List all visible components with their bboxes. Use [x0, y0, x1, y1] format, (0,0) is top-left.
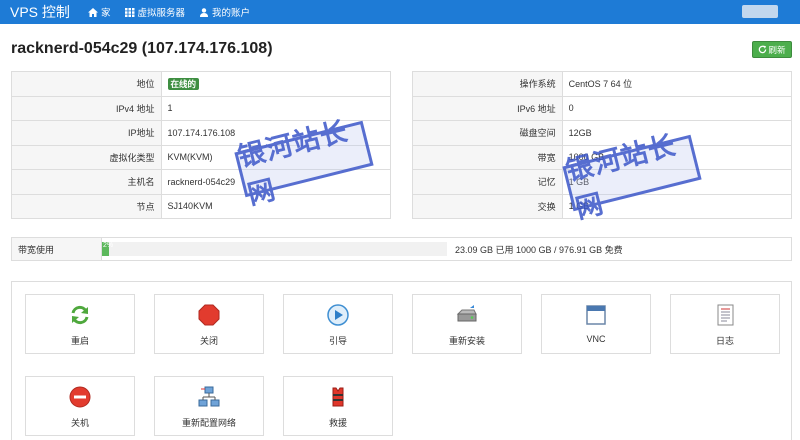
refresh-button[interactable]: 刷新 [752, 41, 792, 58]
brand-title[interactable]: VPS 控制 [0, 2, 88, 22]
log-button[interactable]: 日志 [670, 294, 780, 354]
top-navbar: VPS 控制 家 虚拟服务器 我的账户 [0, 0, 800, 24]
bandwidth-progress-fill: 2% [102, 242, 113, 256]
reinstall-label: 重新安装 [448, 336, 485, 346]
bandwidth-key: 带宽 [412, 144, 563, 170]
bandwidth-usage-text: 23.09 GB 已用 1000 GB / 976.91 GB 免费 [455, 244, 623, 255]
status-key: 地位 [11, 71, 162, 97]
shutdown-icon [198, 304, 220, 326]
ipv4-key: IPv4 地址 [11, 95, 162, 121]
virt-type-key: 虚拟化类型 [11, 144, 162, 170]
refresh-button-label: 刷新 [768, 44, 786, 55]
reboot-button[interactable]: 重启 [25, 294, 135, 354]
nav-item-virtual-servers-label: 虚拟服务器 [137, 8, 186, 19]
os-key: 操作系统 [412, 71, 563, 97]
nav-item-home-label: 家 [101, 8, 111, 19]
memory-key: 记忆 [412, 169, 563, 195]
refresh-icon [759, 45, 767, 54]
ipv6-key: IPv6 地址 [412, 95, 563, 121]
log-label: 日志 [715, 336, 734, 346]
table-row: 地位 在线的 [11, 71, 392, 97]
vnc-button[interactable]: VNC [541, 294, 651, 354]
hostname-key: 主机名 [11, 169, 162, 195]
table-row: IPv6 地址 0 [412, 95, 793, 121]
log-icon [714, 304, 736, 326]
watermark-stamp: 银河站长网 [234, 116, 374, 211]
rescue-label: 救援 [328, 418, 347, 428]
watermark-stamp: 银河站长网 [562, 130, 702, 225]
blurred-user-area [742, 5, 778, 18]
table-row: 节点 SJ140KVM [11, 193, 392, 219]
boot-button[interactable]: 引导 [283, 294, 393, 354]
nav-item-my-account[interactable]: 我的账户 [199, 5, 250, 19]
reinstall-button[interactable]: 重新安装 [412, 294, 522, 354]
page-title: racknerd-054c29 (107.174.176.108) [11, 40, 273, 57]
boot-label: 引导 [328, 336, 347, 346]
grid-icon [124, 7, 135, 17]
bandwidth-progress-bar: 2% [102, 242, 447, 256]
rescue-icon [327, 386, 349, 408]
swap-key: 交换 [412, 193, 563, 219]
network-icon [198, 386, 220, 408]
table-row: 操作系统 CentOS 7 64 位 [412, 71, 793, 97]
shutdown-button[interactable]: 关闭 [154, 294, 264, 354]
vnc-icon [585, 304, 607, 326]
reconfigure-network-button[interactable]: 重新配置网络 [154, 376, 264, 436]
vnc-label: VNC [586, 334, 606, 344]
ip-key: IP地址 [11, 120, 162, 146]
nav-item-my-account-label: 我的账户 [212, 8, 251, 19]
actions-panel: 重启 关闭 引导 重新安装 VNC 日志 关机 重新配置网络 救援 [11, 281, 792, 440]
poweroff-label: 关机 [70, 418, 89, 428]
user-icon [199, 7, 209, 17]
status-badge: 在线的 [167, 77, 200, 90]
boot-icon [327, 304, 349, 326]
bandwidth-usage-label: 带宽使用 [12, 238, 102, 260]
bandwidth-usage-row: 带宽使用 2% 23.09 GB 已用 1000 GB / 976.91 GB … [11, 237, 792, 261]
os-value: CentOS 7 64 位 [561, 71, 793, 97]
disk-key: 磁盘空间 [412, 120, 563, 146]
shutdown-label: 关闭 [199, 336, 218, 346]
ipv6-value: 0 [561, 95, 793, 121]
poweroff-icon [69, 386, 91, 408]
nav-item-home[interactable]: 家 [88, 5, 111, 19]
home-icon [88, 7, 98, 17]
reinstall-icon [456, 304, 478, 326]
reboot-icon [69, 304, 91, 326]
poweroff-button[interactable]: 关机 [25, 376, 135, 436]
nav-item-virtual-servers[interactable]: 虚拟服务器 [124, 5, 186, 19]
node-key: 节点 [11, 193, 162, 219]
reboot-label: 重启 [70, 336, 89, 346]
reconfigure-network-label: 重新配置网络 [181, 418, 236, 428]
rescue-button[interactable]: 救援 [283, 376, 393, 436]
